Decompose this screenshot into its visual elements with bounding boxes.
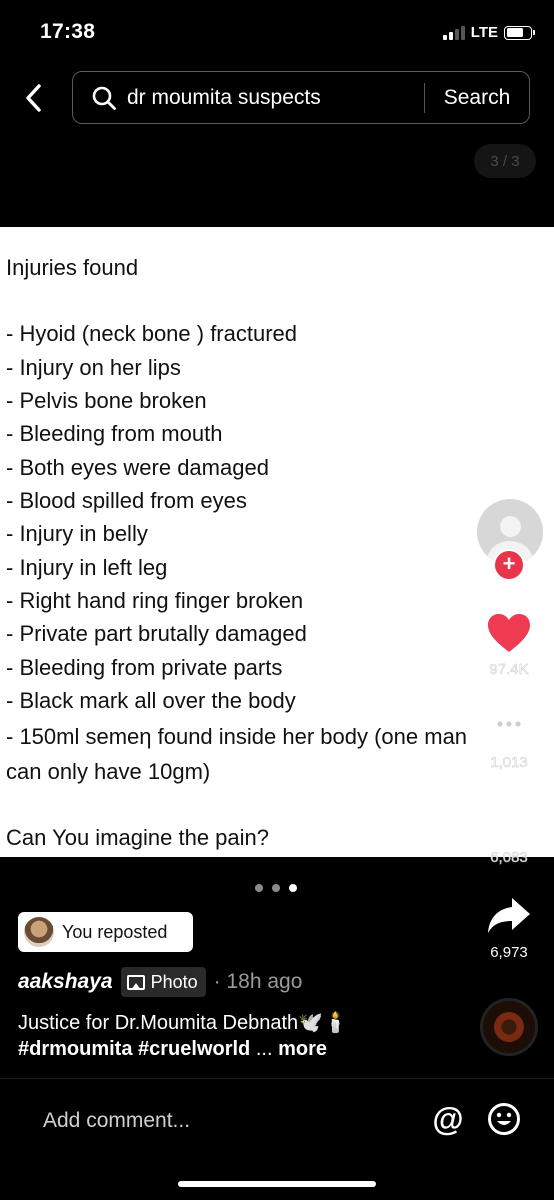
slide-text-line: - Blood spilled from eyes — [6, 488, 247, 513]
slide-text-line: - Both eyes were damaged — [6, 455, 269, 480]
slide-text-line: - Right hand ring finger broken — [6, 588, 304, 613]
slide-text-line: - Bleeding from mouth — [6, 421, 223, 446]
status-indicators: LTE — [442, 24, 535, 41]
carousel-dot — [272, 884, 280, 892]
page-counter: 3 / 3 — [474, 144, 536, 178]
network-label: LTE — [470, 24, 498, 41]
search-input[interactable]: dr moumita suspects — [127, 86, 424, 110]
like-count: 97.4K — [489, 661, 529, 679]
photo-slide[interactable]: Injuries found - Hyoid (neck bone ) frac… — [0, 227, 554, 857]
post-caption[interactable]: Justice for Dr.Moumita Debnath🕊️🕯️ #drmo… — [18, 1010, 438, 1062]
caption-hashtags[interactable]: #drmoumita #cruelworld — [18, 1038, 250, 1060]
photo-icon — [126, 974, 145, 990]
author-row: aakshaya Photo · 18h ago — [18, 966, 302, 998]
slide-text-line: Can You imagine the pain? — [6, 825, 269, 850]
at-icon[interactable]: @ — [430, 1101, 466, 1137]
slide-text-line: - Injury in belly — [6, 521, 148, 546]
post-time: · 18h ago — [213, 970, 303, 993]
slide-text-line: Injuries found — [6, 255, 139, 280]
carousel-dot — [255, 884, 263, 892]
slide-text-line: - Injury on her lips — [6, 355, 181, 380]
slide-text-line: - Black mark all over the body — [6, 688, 296, 713]
follow-button[interactable]: + — [493, 549, 525, 581]
slide-text-line: - Hyoid (neck bone ) fractured — [6, 321, 298, 346]
share-button[interactable]: 6,973 — [474, 895, 544, 961]
carousel-dot-active — [289, 884, 297, 892]
comment-bubble-icon — [489, 708, 529, 744]
slide-text-line: - Bleeding from private parts — [6, 655, 283, 680]
status-bar: 17:38 LTE — [0, 0, 554, 62]
back-button[interactable] — [18, 80, 50, 116]
slide-text-line: - Injury in left leg — [6, 555, 168, 580]
battery-icon — [504, 25, 535, 40]
smiley-icon[interactable] — [487, 1102, 521, 1136]
save-button[interactable]: 6,083 — [474, 800, 544, 866]
author-name[interactable]: aakshaya — [18, 970, 113, 994]
repost-label: You reposted — [62, 921, 168, 942]
comment-input[interactable]: Add comment... — [43, 1109, 190, 1133]
share-arrow-icon — [488, 898, 530, 933]
comment-count: 1,013 — [490, 754, 528, 772]
search-button[interactable]: Search — [425, 86, 529, 110]
slide-text-line: - 150ml semeη found inside her body (one… — [6, 724, 468, 749]
photo-badge-label: Photo — [150, 971, 198, 992]
home-indicator — [178, 1181, 376, 1187]
signal-icon — [442, 25, 465, 40]
like-button[interactable]: 97.4K — [474, 612, 544, 678]
search-icon — [91, 85, 117, 111]
status-time: 17:38 — [40, 20, 96, 43]
slide-text-line: can only have 10gm) — [6, 759, 211, 784]
share-count: 6,973 — [490, 944, 528, 961]
caption-ellipsis: ... — [250, 1038, 279, 1060]
slide-text-line: - Private part brutally damaged — [6, 621, 307, 646]
search-bar[interactable]: dr moumita suspects Search — [72, 71, 530, 124]
save-count: 6,083 — [490, 849, 528, 867]
repost-avatar — [24, 917, 54, 947]
chevron-left-icon — [26, 84, 41, 112]
photo-badge: Photo — [120, 967, 206, 997]
sound-disc[interactable] — [480, 998, 538, 1056]
caption-text: Justice for Dr.Moumita Debnath🕊️🕯️ — [18, 1012, 348, 1034]
carousel-indicator — [255, 884, 297, 892]
slide-text-line: - Pelvis bone broken — [6, 388, 207, 413]
caption-more-link[interactable]: more — [278, 1038, 327, 1060]
bookmark-icon — [495, 803, 523, 839]
repost-badge[interactable]: You reposted — [18, 912, 193, 952]
comment-button[interactable]: 1,013 — [474, 705, 544, 771]
heart-icon — [488, 614, 530, 652]
